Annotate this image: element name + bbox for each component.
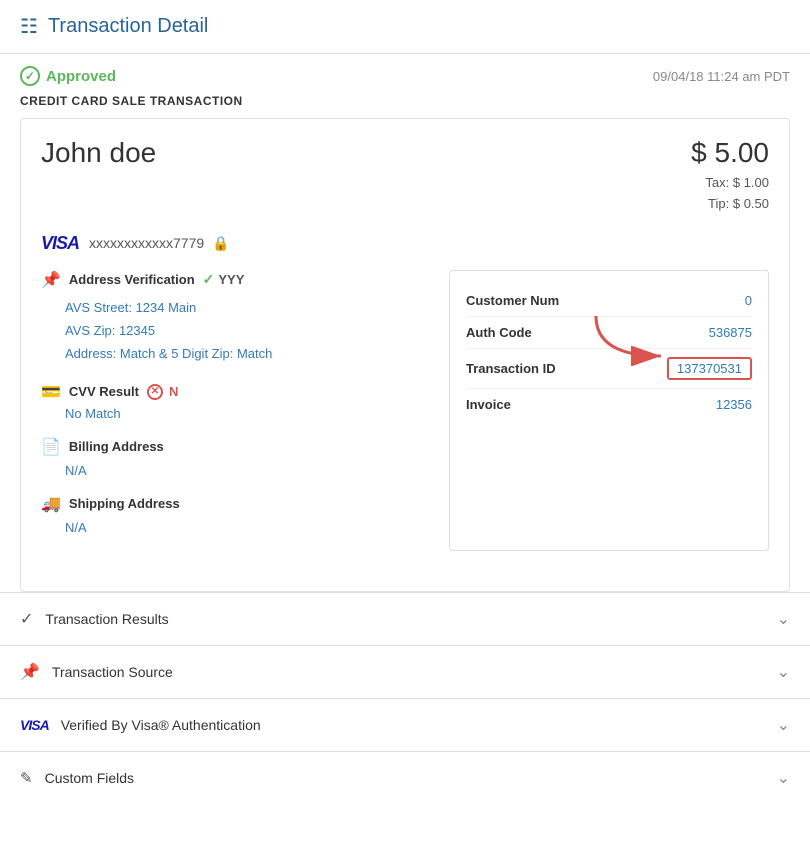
cvv-icon: 💳 [41,382,61,402]
invoice-row: Invoice 12356 [466,389,752,420]
transaction-type: CREDIT CARD SALE TRANSACTION [0,92,810,118]
cvv-x-icon: ✕ [147,384,163,400]
amount-main: $ 5.00 [691,137,769,169]
chevron-down-icon-4: ⌄ [777,768,790,788]
customer-num-label: Customer Num [466,293,559,308]
avs-code: YYY [218,272,244,287]
accordion-transaction-source[interactable]: 📌 Transaction Source ⌄ [0,645,810,698]
customer-name: John doe [41,137,156,169]
chevron-down-icon: ⌄ [777,609,790,629]
visa-logo: VISA [41,233,79,254]
visa-row: VISA xxxxxxxxxxxx7779 🔒 [41,233,769,254]
avs-street: AVS Street: 1234 Main [65,296,429,319]
custom-fields-label: Custom Fields [45,770,134,786]
results-icon: ✓ [20,609,33,629]
menu-icon: ☷ [20,14,38,39]
pin2-icon: 📌 [20,662,40,682]
details-row: 📌 Address Verification ✓ YYY AVS Street:… [41,270,769,551]
card-number: xxxxxxxxxxxx7779 [89,235,204,251]
results-label: Transaction Results [45,611,168,627]
approved-badge: ✓ Approved [20,66,116,86]
truck-icon: 🚚 [41,494,61,514]
accordion-source-left: 📌 Transaction Source [20,662,173,682]
lock-icon: 🔒 [212,235,229,252]
avs-title: 📌 Address Verification ✓ YYY [41,270,429,290]
visa-accordion-logo: VISA [20,717,49,733]
billing-icon: 📄 [41,437,61,457]
transaction-id-label: Transaction ID [466,361,556,376]
page-title: Transaction Detail [48,15,208,38]
avs-zip: AVS Zip: 12345 [65,319,429,342]
accordion-visa-left: VISA Verified By Visa® Authentication [20,717,261,733]
shipping-title: 🚚 Shipping Address [41,494,429,514]
cvv-no-match: No Match [41,406,429,421]
pin-icon: 📌 [41,270,61,290]
customer-num-value: 0 [745,293,752,308]
transaction-id-row: Transaction ID 137370531 [466,349,752,389]
left-details: 📌 Address Verification ✓ YYY AVS Street:… [41,270,429,551]
cvv-title: 💳 CVV Result ✕ N [41,382,429,402]
accordion-results-left: ✓ Transaction Results [20,609,169,629]
card-section: John doe $ 5.00 Tax: $ 1.00 Tip: $ 0.50 … [20,118,790,592]
avs-details: AVS Street: 1234 Main AVS Zip: 12345 Add… [41,296,429,366]
customer-amount-row: John doe $ 5.00 Tax: $ 1.00 Tip: $ 0.50 [41,137,769,215]
invoice-value: 12356 [716,397,752,412]
main-content: ✓ Approved 09/04/18 11:24 am PDT CREDIT … [0,54,810,804]
source-label: Transaction Source [52,664,173,680]
accordion-custom-left: ✎ Custom Fields [20,769,134,787]
tax-amount: Tax: $ 1.00 Tip: $ 0.50 [691,173,769,215]
avs-match: Address: Match & 5 Digit Zip: Match [65,342,429,365]
auth-code-value: 536875 [709,325,752,340]
cvv-block: 💳 CVV Result ✕ N No Match [41,382,429,421]
avs-check: ✓ YYY [203,271,245,288]
page-header: ☷ Transaction Detail [0,0,810,54]
amount-block: $ 5.00 Tax: $ 1.00 Tip: $ 0.50 [691,137,769,215]
pencil-icon: ✎ [20,769,33,787]
status-bar: ✓ Approved 09/04/18 11:24 am PDT [0,54,810,92]
check-icon: ✓ [20,66,40,86]
approved-label: Approved [46,68,116,85]
info-box: Customer Num 0 Auth Code 536875 Transact… [449,270,769,551]
shipping-value: N/A [41,520,429,535]
accordion-custom-fields[interactable]: ✎ Custom Fields ⌄ [0,751,810,804]
customer-num-row: Customer Num 0 [466,285,752,317]
chevron-down-icon-2: ⌄ [777,662,790,682]
accordion-transaction-results[interactable]: ✓ Transaction Results ⌄ [0,592,810,645]
visa-auth-label: Verified By Visa® Authentication [61,717,261,733]
auth-code-row: Auth Code 536875 [466,317,752,349]
billing-title: 📄 Billing Address [41,437,429,457]
billing-value: N/A [41,463,429,478]
billing-block: 📄 Billing Address N/A [41,437,429,478]
cvv-code: N [169,384,178,399]
chevron-down-icon-3: ⌄ [777,715,790,735]
address-verification-block: 📌 Address Verification ✓ YYY AVS Street:… [41,270,429,366]
invoice-label: Invoice [466,397,511,412]
tip-line: Tip: $ 0.50 [691,194,769,215]
timestamp: 09/04/18 11:24 am PDT [653,69,790,84]
tax-line: Tax: $ 1.00 [691,173,769,194]
avs-check-icon: ✓ [203,271,215,288]
transaction-id-value: 137370531 [667,357,752,380]
shipping-block: 🚚 Shipping Address N/A [41,494,429,535]
accordion-verified-visa[interactable]: VISA Verified By Visa® Authentication ⌄ [0,698,810,751]
auth-code-label: Auth Code [466,325,532,340]
